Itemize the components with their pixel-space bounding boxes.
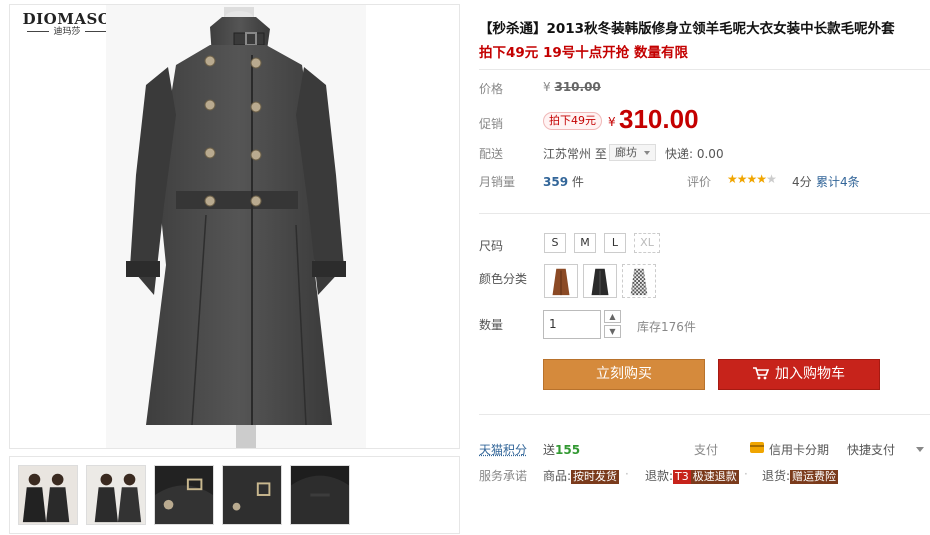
coat-photo xyxy=(106,5,366,448)
payment-label: 支付 xyxy=(694,443,719,457)
price-label: 价格 xyxy=(479,82,504,96)
add-to-cart-label: 加入购物车 xyxy=(775,366,845,382)
service-return-tag: 赠运费险 xyxy=(790,470,839,484)
service-return-prefix: 退货: xyxy=(762,469,791,483)
thumbnail-4[interactable] xyxy=(222,465,282,525)
separator-dot: · xyxy=(625,467,629,481)
quantity-decrease-button[interactable]: ▼ xyxy=(604,325,621,338)
service-refund-tag: 极速退款 xyxy=(690,470,739,484)
star-icon: ★ xyxy=(727,172,738,186)
credit-installment-link[interactable]: 信用卡分期 xyxy=(769,441,829,458)
service-label: 服务承诺 xyxy=(479,469,528,483)
service-return[interactable]: 退货: 赠运费险 xyxy=(762,467,839,484)
service-goods[interactable]: 商品: 按时发货 xyxy=(543,467,620,484)
delivery-label: 配送 xyxy=(479,147,504,161)
points-number: 155 xyxy=(555,443,581,457)
size-option-xl: XL xyxy=(634,233,660,253)
original-price: ¥ 310.00 xyxy=(543,80,601,94)
promo-label: 促销 xyxy=(479,117,504,131)
star-icon: ★ xyxy=(756,172,767,186)
reviews-link[interactable]: 累计4条 xyxy=(816,173,860,190)
brand-name: DIOMASO xyxy=(22,10,112,28)
ship-to-select[interactable]: 廊坊 xyxy=(609,144,656,161)
brand-logo: DIOMASO 迪玛莎 xyxy=(17,11,117,38)
service-refund[interactable]: 退款: T3 极速退款 xyxy=(645,467,739,484)
separator-dot: · xyxy=(744,467,748,481)
points-prefix: 送 xyxy=(543,443,556,457)
quantity-increase-button[interactable]: ▲ xyxy=(604,310,621,323)
promo-tag: 拍下49元 xyxy=(543,112,602,130)
rating-label: 评价 xyxy=(687,175,712,189)
divider xyxy=(479,414,930,415)
service-refund-tag-t3: T3 xyxy=(673,470,691,484)
size-option-s[interactable]: S xyxy=(544,233,566,253)
divider xyxy=(479,69,930,70)
tmall-points-link[interactable]: 天猫积分 xyxy=(479,441,527,458)
price-yen: ¥ xyxy=(608,115,616,129)
size-label: 尺码 xyxy=(479,239,504,253)
thumbnail-5[interactable] xyxy=(290,465,350,525)
main-product-image[interactable]: DIOMASO 迪玛莎 xyxy=(9,4,460,449)
points-value: 送155 xyxy=(543,441,580,458)
brand-subname: 迪玛莎 xyxy=(17,27,117,38)
thumbnail-3[interactable] xyxy=(154,465,214,525)
size-option-m[interactable]: M xyxy=(574,233,596,253)
service-goods-tag: 按时发货 xyxy=(571,470,620,484)
color-option-black[interactable] xyxy=(583,264,617,298)
rating-stars: ★★★★★ xyxy=(727,172,777,186)
star-empty-icon: ★ xyxy=(766,172,777,186)
star-icon: ★ xyxy=(746,172,758,186)
thumbnail-2[interactable] xyxy=(86,465,146,525)
thumbnail-strip xyxy=(9,456,460,534)
ship-from: 江苏常州 至 xyxy=(543,147,607,161)
star-icon: ★ xyxy=(736,172,748,186)
current-price: 310.00 xyxy=(619,104,699,134)
quantity-label: 数量 xyxy=(479,318,504,332)
quantity-input[interactable]: 1 xyxy=(543,310,601,339)
credit-card-icon xyxy=(750,442,764,453)
original-price-value: 310.00 xyxy=(554,80,601,94)
monthly-sales: 359 件 xyxy=(543,173,584,190)
cart-icon xyxy=(753,367,769,380)
original-yen: ¥ xyxy=(543,80,551,94)
thumbnail-1[interactable] xyxy=(18,465,78,525)
size-option-l[interactable]: L xyxy=(604,233,626,253)
color-option-brown[interactable] xyxy=(544,264,578,298)
rating-score: 4分 xyxy=(792,175,812,189)
sales-count: 359 xyxy=(543,175,569,189)
color-label: 颜色分类 xyxy=(479,272,528,286)
quick-pay-link[interactable]: 快捷支付 xyxy=(847,441,895,458)
product-info-panel: 【秒杀通】2013秋冬装韩版修身立领羊毛呢大衣女装中长款毛呢外套 拍下49元 1… xyxy=(479,0,930,535)
sales-label: 月销量 xyxy=(479,175,516,189)
product-title: 【秒杀通】2013秋冬装韩版修身立领羊毛呢大衣女装中长款毛呢外套 xyxy=(479,21,895,37)
divider xyxy=(479,213,930,214)
coat-illustration xyxy=(106,5,366,448)
chevron-down-icon xyxy=(644,151,650,155)
sales-unit: 件 xyxy=(571,175,584,189)
service-goods-prefix: 商品: xyxy=(543,469,572,483)
add-to-cart-button[interactable]: 加入购物车 xyxy=(718,359,880,390)
chevron-down-icon[interactable] xyxy=(916,447,924,452)
service-refund-prefix: 退款: xyxy=(645,469,674,483)
color-option-houndstooth xyxy=(622,264,656,298)
ship-to-value: 廊坊 xyxy=(615,146,637,159)
shipping-fee: 快递: 0.00 xyxy=(665,147,724,161)
buy-now-button[interactable]: 立刻购买 xyxy=(543,359,705,390)
stock-count: 库存176件 xyxy=(637,320,696,334)
product-subtitle: 拍下49元 19号十点开抢 数量有限 xyxy=(479,45,688,61)
